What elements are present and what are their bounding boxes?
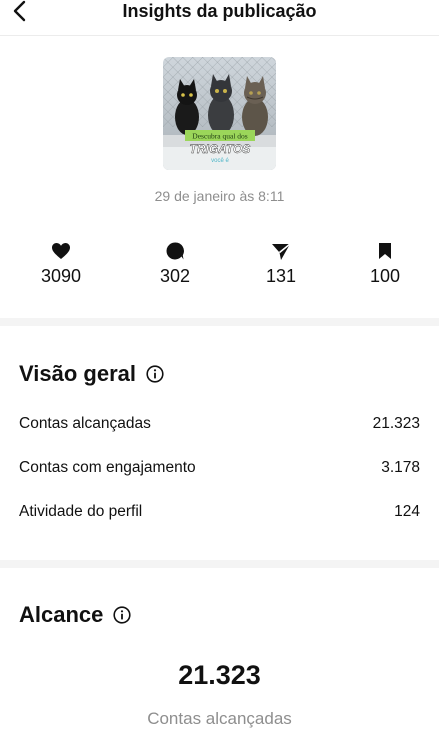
reach-value: 21.323 <box>178 660 261 690</box>
reach-label: Contas alcançadas <box>147 709 292 728</box>
row-label: Atividade do perfil <box>19 503 143 520</box>
thumbnail-text-bottom: você é <box>211 158 229 164</box>
row-value: 124 <box>394 503 420 520</box>
row-value: 3.178 <box>381 459 420 476</box>
stat-shares: 131 <box>236 240 326 288</box>
post-thumbnail[interactable]: Descubra qual dos TRIGATOS você é <box>163 57 276 170</box>
row-label: Contas alcançadas <box>19 415 151 432</box>
reach-section-title: Alcance <box>19 602 131 628</box>
page-title: Insights da publicação <box>122 1 317 21</box>
likes-count: 3090 <box>40 266 82 286</box>
bookmark-icon <box>379 243 391 259</box>
section-divider <box>0 560 439 568</box>
thumbnail-text-top: Descubra qual dos <box>192 132 247 141</box>
comments-count: 302 <box>159 266 191 286</box>
stat-comments: 302 <box>130 240 220 288</box>
saves-count: 100 <box>369 266 401 286</box>
top-bar: Insights da publicação <box>0 0 439 36</box>
info-icon[interactable] <box>113 606 131 624</box>
post-image: Descubra qual dos TRIGATOS você é <box>163 57 276 170</box>
overview-title: Visão geral <box>19 361 136 386</box>
thumbnail-text-main: TRIGATOS <box>190 142 251 156</box>
overview-row[interactable]: Contas com engajamento 3.178 <box>19 457 420 479</box>
row-value: 21.323 <box>372 415 420 432</box>
stat-saves: 100 <box>340 240 430 288</box>
heart-icon <box>52 243 70 259</box>
post-date: 29 de janeiro às 8:11 <box>154 188 285 204</box>
reach-title: Alcance <box>19 602 104 627</box>
overview-section-title: Visão geral <box>19 361 164 387</box>
stat-likes: 3090 <box>16 240 106 288</box>
shares-count: 131 <box>265 266 297 286</box>
post-stats: 3090 302 131 100 <box>0 240 439 290</box>
send-icon <box>272 242 291 260</box>
info-icon[interactable] <box>146 365 164 383</box>
comment-icon <box>166 242 184 260</box>
row-label: Contas com engajamento <box>19 459 196 476</box>
section-divider <box>0 318 439 326</box>
overview-row[interactable]: Atividade do perfil 124 <box>19 501 420 523</box>
overview-row[interactable]: Contas alcançadas 21.323 <box>19 413 420 435</box>
